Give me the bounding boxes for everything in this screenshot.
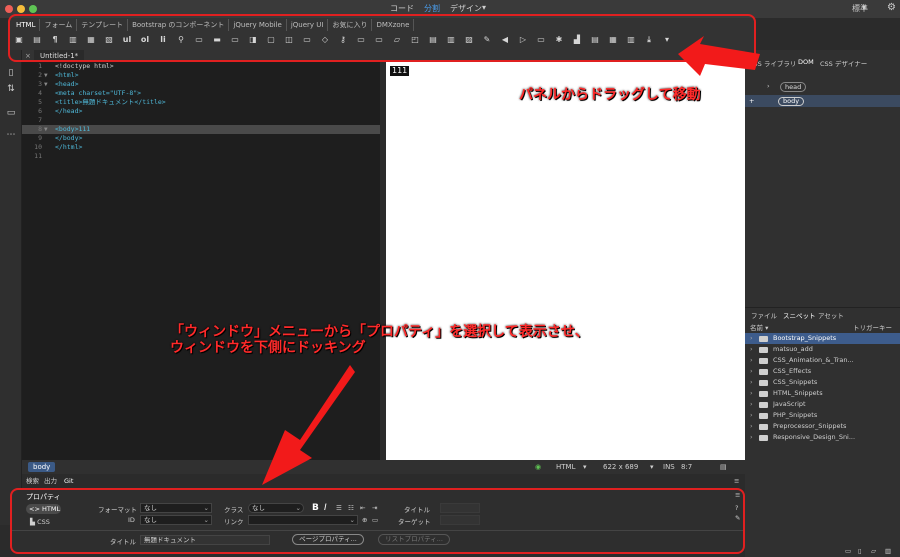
dock-arrow-icon	[262, 365, 355, 485]
drag-arrow-icon	[678, 36, 760, 76]
annotation-arrows	[262, 36, 760, 485]
window-annotation-line2: ウィンドウを下側にドッキング	[170, 340, 366, 356]
drag-annotation: パネルからドラッグして移動	[519, 87, 701, 103]
